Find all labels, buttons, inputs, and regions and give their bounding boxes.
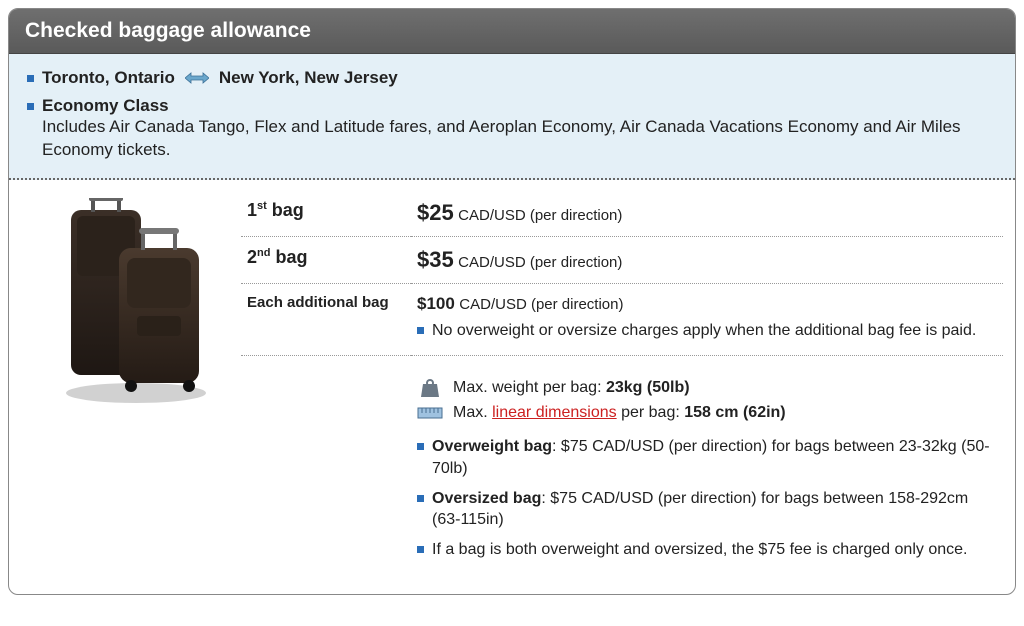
oversized-note: Oversized bag: $75 CAD/USD (per directio… [417, 488, 991, 531]
card-header: Checked baggage allowance [9, 9, 1015, 54]
combined-note: If a bag is both overweight and oversize… [417, 539, 991, 561]
additional-bag-price: $100 [417, 294, 455, 313]
ruler-icon [417, 405, 443, 421]
baggage-card: Checked baggage allowance Toronto, Ontar… [8, 8, 1016, 595]
bidirectional-arrow-icon [185, 70, 209, 86]
overweight-note: Overweight bag: $75 CAD/USD (per directi… [417, 436, 991, 479]
additional-bag-note: No overweight or oversize charges apply … [417, 320, 997, 342]
weight-limit-text: Max. weight per bag: 23kg (50lb) [453, 379, 690, 397]
origin-text: Toronto, Ontario [42, 68, 175, 88]
bullet-icon [417, 546, 424, 553]
bullet-icon [417, 495, 424, 502]
extra-fees-list: Overweight bag: $75 CAD/USD (per directi… [417, 436, 991, 560]
second-bag-price: $35 [417, 247, 454, 272]
additional-bag-row: Each additional bag $100 CAD/USD (per di… [241, 283, 1003, 356]
first-bag-value: $25 CAD/USD (per direction) [411, 190, 1003, 237]
bullet-icon [27, 103, 34, 110]
second-bag-row: 2nd bag $35 CAD/USD (per direction) [241, 236, 1003, 283]
linear-dimensions-link[interactable]: linear dimensions [492, 404, 617, 421]
bullet-icon [27, 75, 34, 82]
details-column: 1st bag $25 CAD/USD (per direction) 2nd … [241, 190, 1003, 579]
additional-bag-value: $100 CAD/USD (per direction) No overweig… [411, 283, 1003, 356]
bullet-icon [417, 443, 424, 450]
first-bag-row: 1st bag $25 CAD/USD (per direction) [241, 190, 1003, 237]
constraints-block: Max. weight per bag: 23kg (50lb) [417, 366, 997, 560]
fees-table: 1st bag $25 CAD/USD (per direction) 2nd … [241, 190, 1003, 579]
bullet-icon [417, 327, 424, 334]
main-grid: 1st bag $25 CAD/USD (per direction) 2nd … [9, 180, 1015, 595]
dimension-limit-row: Max. linear dimensions per bag: 158 cm (… [417, 404, 991, 422]
additional-bag-notes: No overweight or oversize charges apply … [417, 320, 997, 342]
route-text: Toronto, Ontario New York, New Jersey [42, 68, 398, 88]
first-bag-label: 1st bag [241, 190, 411, 237]
fare-class-line: Economy Class Includes Air Canada Tango,… [27, 96, 997, 162]
additional-bag-unit: CAD/USD (per direction) [459, 296, 623, 313]
destination-text: New York, New Jersey [219, 68, 398, 88]
dimension-limit-text: Max. linear dimensions per bag: 158 cm (… [453, 404, 786, 422]
fare-class-text: Economy Class Includes Air Canada Tango,… [42, 96, 997, 162]
card-title: Checked baggage allowance [25, 19, 311, 42]
second-bag-value: $35 CAD/USD (per direction) [411, 236, 1003, 283]
route-panel: Toronto, Ontario New York, New Jersey Ec… [9, 54, 1015, 180]
second-bag-unit: CAD/USD (per direction) [458, 254, 622, 271]
luggage-image [21, 190, 241, 579]
first-bag-unit: CAD/USD (per direction) [458, 207, 622, 224]
first-bag-price: $25 [417, 200, 454, 225]
weight-icon [417, 378, 443, 398]
constraints-row: Max. weight per bag: 23kg (50lb) [241, 356, 1003, 578]
fare-class-title: Economy Class [42, 96, 997, 116]
weight-limit-row: Max. weight per bag: 23kg (50lb) [417, 378, 991, 398]
fare-class-desc: Includes Air Canada Tango, Flex and Lati… [42, 116, 997, 162]
route-line: Toronto, Ontario New York, New Jersey [27, 68, 997, 88]
second-bag-label: 2nd bag [241, 236, 411, 283]
additional-bag-label: Each additional bag [241, 283, 411, 356]
